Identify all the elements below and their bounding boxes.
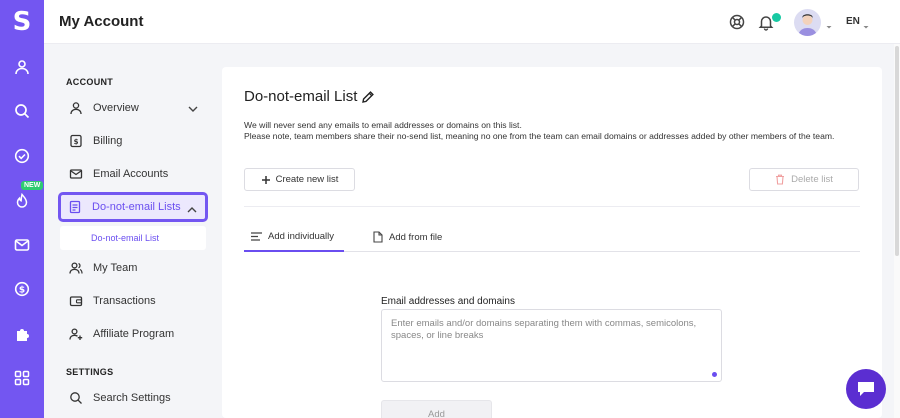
language-selector[interactable]: EN bbox=[846, 16, 860, 27]
sidebar-item-label: Billing bbox=[93, 135, 123, 147]
chat-support-button[interactable] bbox=[846, 369, 886, 409]
active-tab-indicator bbox=[244, 250, 344, 252]
divider bbox=[244, 206, 860, 207]
sidebar-item-label: Email Accounts bbox=[93, 168, 169, 180]
file-icon bbox=[373, 231, 383, 243]
user-icon[interactable] bbox=[12, 57, 32, 77]
user-plus-icon bbox=[69, 327, 83, 341]
puzzle-icon[interactable] bbox=[12, 324, 32, 344]
account-section-heading: ACCOUNT bbox=[66, 77, 114, 87]
pencil-edit-icon[interactable] bbox=[361, 90, 375, 104]
sidebar-item-label: Affiliate Program bbox=[93, 328, 175, 340]
search-icon bbox=[69, 391, 83, 405]
tab-add-from-file[interactable]: Add from file bbox=[373, 231, 442, 243]
plus-icon bbox=[261, 175, 271, 185]
sidebar-item-billing[interactable]: $ Billing bbox=[60, 127, 206, 155]
sidebar-item-transactions[interactable]: Transactions bbox=[60, 287, 206, 315]
create-new-list-button[interactable]: Create new list bbox=[244, 168, 355, 191]
list-title: Do-not-email List bbox=[244, 88, 358, 105]
resize-handle[interactable] bbox=[712, 372, 717, 377]
trash-icon bbox=[775, 174, 785, 185]
lines-icon bbox=[251, 232, 262, 241]
app-rail: S NEW $ bbox=[0, 0, 44, 418]
flame-icon[interactable] bbox=[12, 191, 32, 211]
delete-list-button[interactable]: Delete list bbox=[749, 168, 859, 191]
notification-dot bbox=[772, 13, 781, 22]
emails-domains-textarea[interactable]: Enter emails and/or domains separating t… bbox=[381, 309, 722, 382]
do-not-email-list-card: Do-not-email List We will never send any… bbox=[222, 67, 882, 418]
chat-bubble-icon bbox=[858, 382, 874, 396]
page-title: My Account bbox=[59, 13, 144, 30]
apps-grid-icon[interactable] bbox=[12, 368, 32, 388]
top-bar: My Account EN bbox=[44, 0, 900, 44]
sidebar-item-search-settings[interactable]: Search Settings bbox=[60, 384, 206, 412]
sidebar-item-label: Do-not-email Lists bbox=[92, 201, 181, 213]
svg-text:$: $ bbox=[74, 138, 79, 146]
sidebar-item-do-not-email-lists[interactable]: Do-not-email Lists bbox=[58, 192, 208, 222]
textarea-placeholder: Enter emails and/or domains separating t… bbox=[391, 318, 697, 341]
settings-section-heading: SETTINGS bbox=[66, 367, 114, 377]
help-lifebuoy-icon[interactable] bbox=[728, 13, 746, 31]
sidebar-item-label: Overview bbox=[93, 102, 139, 114]
sidebar-item-overview[interactable]: Overview bbox=[60, 94, 206, 122]
sidebar-item-label: My Team bbox=[93, 262, 138, 274]
team-icon bbox=[69, 261, 83, 275]
language-caret-icon[interactable] bbox=[862, 18, 870, 29]
sidebar-item-label: Search Settings bbox=[93, 392, 171, 404]
tab-add-individually[interactable]: Add individually bbox=[251, 231, 334, 242]
sidebar-item-affiliate-program[interactable]: Affiliate Program bbox=[60, 320, 206, 348]
document-icon bbox=[68, 200, 82, 214]
mail-icon bbox=[69, 167, 83, 181]
dollar-icon[interactable]: $ bbox=[12, 279, 32, 299]
tab-label: Add individually bbox=[268, 231, 335, 242]
sidebar-subitem-do-not-email-list[interactable]: Do-not-email List bbox=[60, 226, 206, 250]
add-button[interactable]: Add bbox=[381, 400, 492, 418]
new-badge: NEW bbox=[21, 181, 44, 190]
description-line-2: Please note, team members share their no… bbox=[244, 131, 835, 141]
scrollbar-thumb[interactable] bbox=[895, 46, 899, 256]
svg-text:$: $ bbox=[19, 285, 25, 295]
sidebar-item-email-accounts[interactable]: Email Accounts bbox=[60, 160, 206, 188]
chevron-up-icon[interactable] bbox=[187, 205, 197, 213]
dollar-icon: $ bbox=[69, 134, 83, 148]
user-icon bbox=[69, 101, 83, 115]
avatar-caret-icon[interactable] bbox=[825, 18, 833, 29]
delete-button-label: Delete list bbox=[791, 174, 833, 185]
chevron-down-icon[interactable] bbox=[188, 104, 198, 112]
search-icon[interactable] bbox=[12, 101, 32, 121]
wallet-icon bbox=[69, 294, 83, 308]
description-line-1: We will never send any emails to email a… bbox=[244, 120, 522, 130]
app-logo[interactable]: S bbox=[0, 0, 44, 44]
check-circle-icon[interactable] bbox=[12, 146, 32, 166]
mail-icon[interactable] bbox=[12, 235, 32, 255]
sidebar-item-label: Transactions bbox=[93, 295, 156, 307]
avatar[interactable] bbox=[794, 9, 821, 36]
create-button-label: Create new list bbox=[275, 174, 339, 185]
account-sidebar: ACCOUNT Overview $ Billing Email Account… bbox=[44, 44, 222, 418]
list-description: We will never send any emails to email a… bbox=[244, 120, 864, 142]
emails-field-label: Email addresses and domains bbox=[381, 296, 515, 307]
sidebar-item-my-team[interactable]: My Team bbox=[60, 254, 206, 282]
tab-label: Add from file bbox=[389, 231, 443, 243]
page-scrollbar[interactable] bbox=[894, 44, 900, 418]
